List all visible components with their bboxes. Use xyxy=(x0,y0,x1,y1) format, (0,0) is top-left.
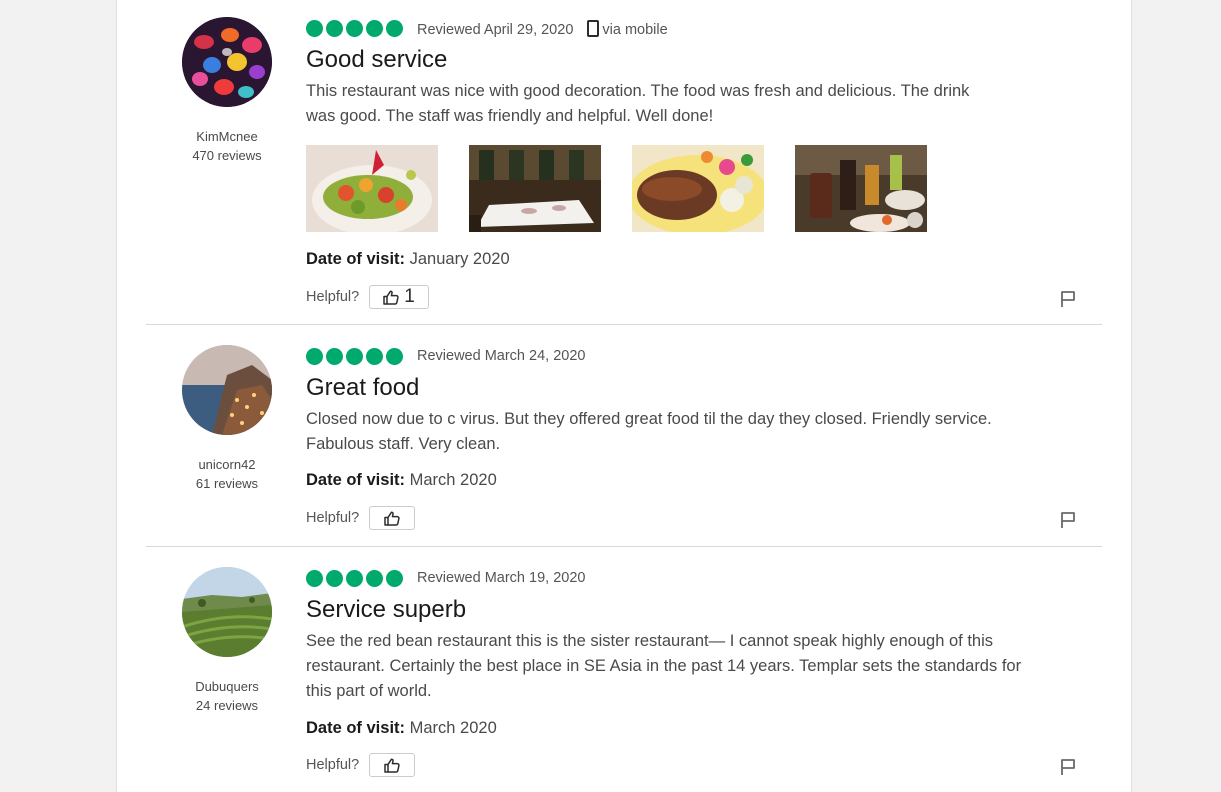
review-photo[interactable] xyxy=(795,145,927,232)
rating-bubble xyxy=(306,348,323,365)
helpful-label: Helpful? xyxy=(306,289,360,305)
date-of-visit-value: March 2020 xyxy=(409,719,497,737)
review-photo[interactable] xyxy=(632,145,764,232)
mobile-phone-icon xyxy=(587,20,600,37)
review-card: KimMcnee 470 reviews Reviewed April 29, … xyxy=(146,0,1102,325)
user-info: KimMcnee 470 reviews xyxy=(146,127,308,165)
flag-icon[interactable] xyxy=(1060,290,1076,308)
review-photo[interactable] xyxy=(306,145,438,232)
bubble-rating xyxy=(306,568,406,588)
reviewed-date: Reviewed March 19, 2020 xyxy=(417,570,586,586)
review-title[interactable]: Service superb xyxy=(306,596,466,624)
date-of-visit-value: March 2020 xyxy=(409,471,497,489)
review-meta: Reviewed April 29, 2020 via mobile xyxy=(417,20,668,38)
review-count: 24 reviews xyxy=(195,698,259,713)
review-text: This restaurant was nice with good decor… xyxy=(306,82,970,125)
date-of-visit-label: Date of visit: xyxy=(306,719,406,737)
username[interactable]: Dubuquers xyxy=(146,677,308,696)
rating-bubble xyxy=(346,348,363,365)
review-card: unicorn42 61 reviews Reviewed March 24, … xyxy=(146,325,1102,547)
helpful-label: Helpful? xyxy=(306,510,360,526)
review-text: Closed now due to c virus. But they offe… xyxy=(306,410,992,453)
rating-bubble xyxy=(326,20,343,37)
helpful-vote-button[interactable] xyxy=(369,753,416,777)
date-of-visit-label: Date of visit: xyxy=(306,471,406,489)
rating-bubble xyxy=(366,570,383,587)
helpful-count: 1 xyxy=(404,286,415,307)
helpful-label: Helpful? xyxy=(306,757,360,773)
via-mobile-label: via mobile xyxy=(602,22,668,38)
thumbs-up-icon xyxy=(384,757,400,773)
rating-bubble xyxy=(386,570,403,587)
username[interactable]: KimMcnee xyxy=(146,127,308,146)
avatar[interactable] xyxy=(182,567,272,657)
date-of-visit: Date of visit: March 2020 xyxy=(306,719,497,738)
user-info: Dubuquers 24 reviews xyxy=(146,677,308,715)
rating-bubble xyxy=(306,570,323,587)
review-meta: Reviewed March 19, 2020 xyxy=(417,570,585,586)
rating-bubble xyxy=(366,348,383,365)
review-title[interactable]: Good service xyxy=(306,46,447,74)
thumbs-up-icon xyxy=(383,289,399,305)
reviewed-date: Reviewed April 29, 2020 xyxy=(417,22,574,38)
rating-bubble xyxy=(346,570,363,587)
helpful-row: Helpful? xyxy=(306,506,416,530)
bubble-rating xyxy=(306,346,406,366)
rating-bubble xyxy=(326,570,343,587)
date-of-visit-label: Date of visit: xyxy=(306,250,406,268)
review-photos xyxy=(306,145,958,232)
reviews-panel: KimMcnee 470 reviews Reviewed April 29, … xyxy=(116,0,1132,792)
bubble-rating xyxy=(306,18,406,38)
flag-icon[interactable] xyxy=(1060,511,1076,529)
date-of-visit: Date of visit: January 2020 xyxy=(306,250,510,269)
helpful-vote-button[interactable] xyxy=(369,506,416,530)
rating-bubble xyxy=(386,20,403,37)
review-meta: Reviewed March 24, 2020 xyxy=(417,348,585,364)
review-text: See the red bean restaurant this is the … xyxy=(306,632,1022,700)
rating-bubble xyxy=(386,348,403,365)
rating-bubble xyxy=(366,20,383,37)
review-count: 61 reviews xyxy=(195,476,259,491)
thumbs-up-icon xyxy=(384,510,400,526)
review-photo[interactable] xyxy=(469,145,601,232)
review-count: 470 reviews xyxy=(192,148,262,163)
review-title[interactable]: Great food xyxy=(306,374,419,402)
reviewed-date: Reviewed March 24, 2020 xyxy=(417,348,586,364)
rating-bubble xyxy=(326,348,343,365)
avatar[interactable] xyxy=(182,345,272,435)
helpful-row: Helpful? 1 xyxy=(306,285,429,309)
avatar[interactable] xyxy=(182,17,272,107)
date-of-visit-value: January 2020 xyxy=(409,250,510,268)
rating-bubble xyxy=(346,20,363,37)
username[interactable]: unicorn42 xyxy=(146,455,308,474)
rating-bubble xyxy=(306,20,323,37)
helpful-vote-button[interactable]: 1 xyxy=(369,285,429,309)
review-card: Dubuquers 24 reviews Reviewed March 19, … xyxy=(146,547,1102,792)
flag-icon[interactable] xyxy=(1060,758,1076,776)
user-info: unicorn42 61 reviews xyxy=(146,455,308,493)
date-of-visit: Date of visit: March 2020 xyxy=(306,471,497,490)
helpful-row: Helpful? xyxy=(306,753,416,777)
